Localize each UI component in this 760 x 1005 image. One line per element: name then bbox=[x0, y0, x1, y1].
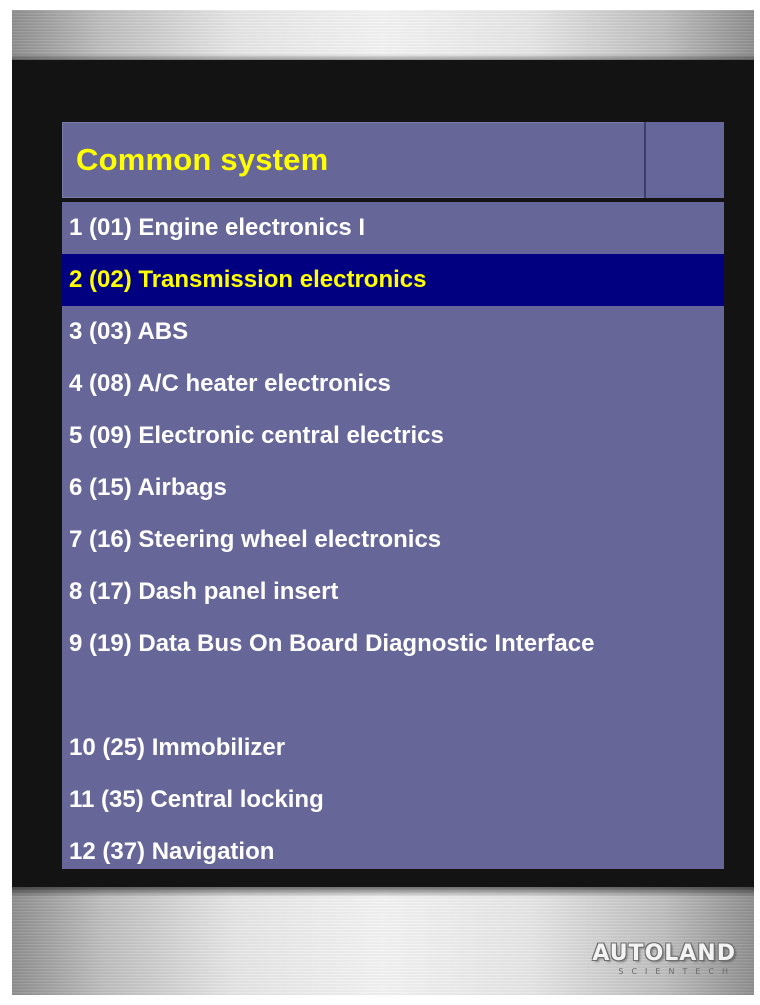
brand-name: AUTOLAND bbox=[592, 941, 736, 966]
list-item-dash-panel-insert[interactable]: 8 (17) Dash panel insert bbox=[62, 566, 724, 618]
brand-logo: AUTOLAND SCIENTECH bbox=[586, 941, 736, 983]
list-item-central-locking[interactable]: 11 (35) Central locking bbox=[62, 774, 724, 826]
bottom-bezel: AUTOLAND SCIENTECH bbox=[12, 887, 754, 995]
title-side-panel bbox=[644, 122, 724, 198]
list-item-abs[interactable]: 3 (03) ABS bbox=[62, 306, 724, 358]
list-item-navigation[interactable]: 12 (37) Navigation bbox=[62, 826, 724, 878]
list-item-electronic-central-electrics[interactable]: 5 (09) Electronic central electrics bbox=[62, 410, 724, 462]
list-item-transmission-electronics[interactable]: 2 (02) Transmission electronics bbox=[62, 254, 724, 306]
page-title: Common system bbox=[76, 142, 329, 177]
brand-subtitle: SCIENTECH bbox=[618, 967, 736, 976]
scanner-device: Common system 1 (01) Engine electronics … bbox=[12, 10, 754, 995]
system-list[interactable]: 1 (01) Engine electronics I 2 (02) Trans… bbox=[62, 202, 724, 869]
list-item-immobilizer[interactable]: 10 (25) Immobilizer bbox=[62, 722, 724, 774]
screen: Common system 1 (01) Engine electronics … bbox=[62, 122, 724, 870]
list-item-engine-electronics[interactable]: 1 (01) Engine electronics I bbox=[62, 202, 724, 254]
list-item-data-bus-obd-interface[interactable]: 9 (19) Data Bus On Board Diagnostic Inte… bbox=[62, 618, 724, 722]
title-bar: Common system bbox=[62, 122, 724, 198]
list-item-airbags[interactable]: 6 (15) Airbags bbox=[62, 462, 724, 514]
list-item-ac-heater-electronics[interactable]: 4 (08) A/C heater electronics bbox=[62, 358, 724, 410]
top-bezel bbox=[12, 10, 754, 60]
list-item-steering-wheel-electronics[interactable]: 7 (16) Steering wheel electronics bbox=[62, 514, 724, 566]
